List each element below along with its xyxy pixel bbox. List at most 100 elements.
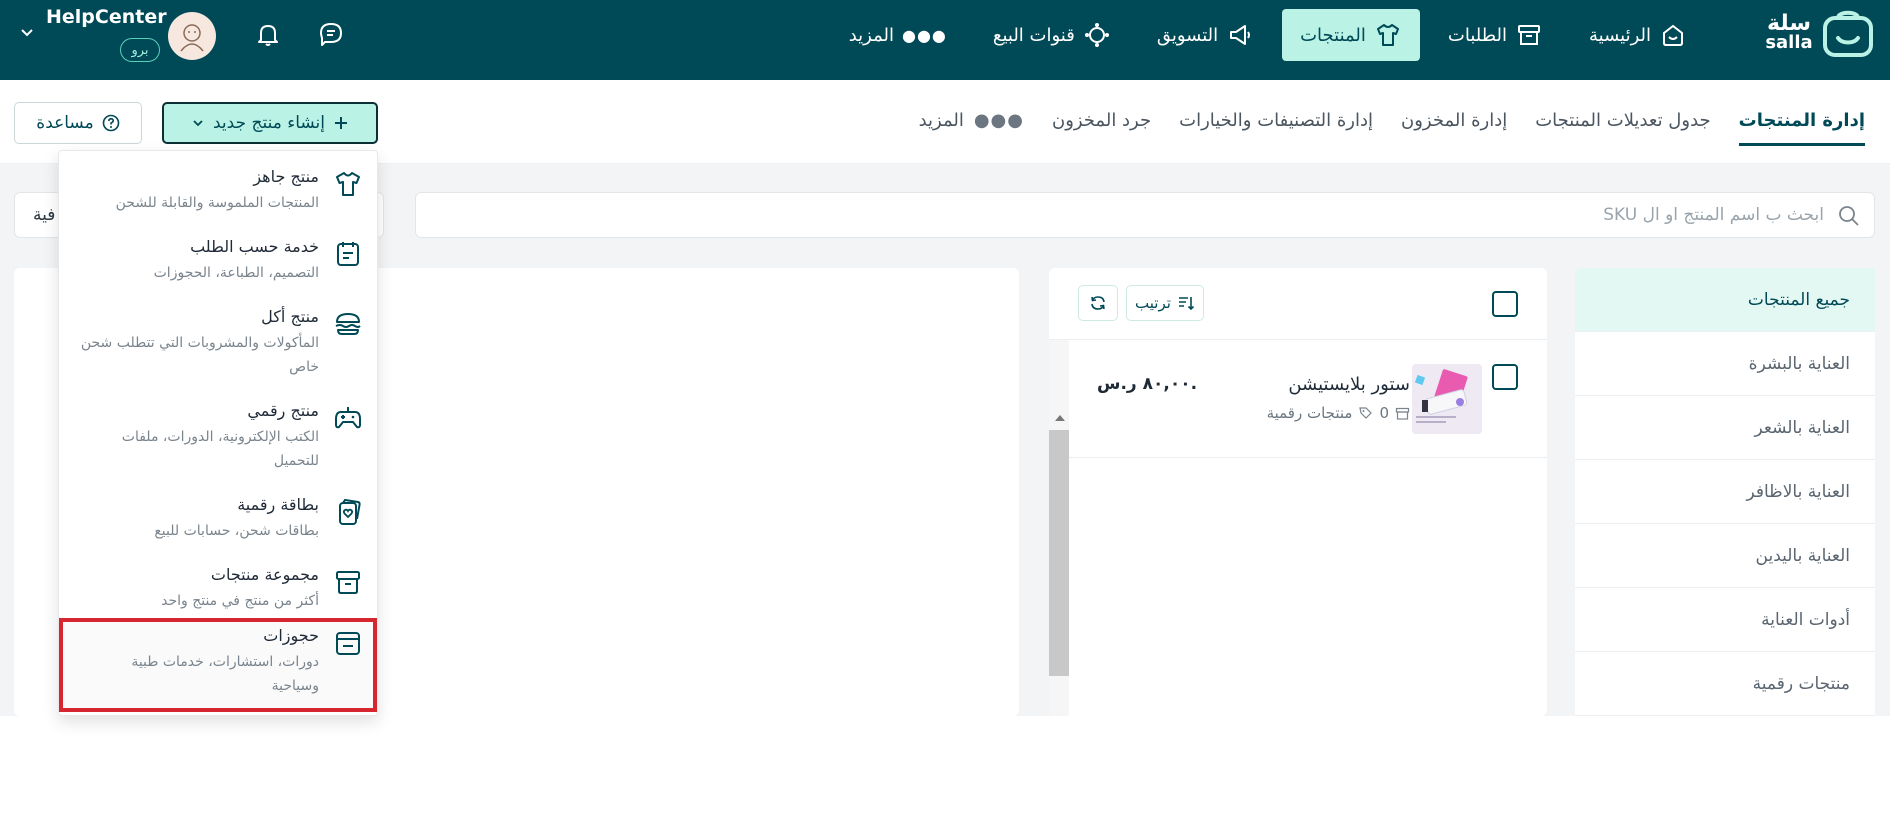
nav-orders-label: الطلبات [1447,24,1507,46]
create-product-button[interactable]: إنشاء منتج جديد [162,102,378,144]
help-button-label: مساعدة [36,113,94,133]
menu-item-product-bundle[interactable]: مجموعة منتجات أكثر من منتج في منتج واحد [59,559,377,623]
nav-orders[interactable]: الطلبات [1430,9,1561,61]
product-meta: 0 منتجات رقمية [1267,404,1410,422]
salla-logo[interactable]: سلة salla [1762,8,1874,58]
calendar-minus-icon [336,632,360,655]
refresh-button[interactable] [1078,285,1118,321]
account-area: HelpCenter برو [0,0,360,70]
chevron-down-icon[interactable] [20,26,34,40]
tab-product-edits-table[interactable]: جدول تعديلات المنتجات [1535,110,1710,146]
nav-more[interactable]: ●●● المزيد [831,9,965,61]
product-category: منتجات رقمية [1266,404,1353,422]
nav-marketing[interactable]: التسويق [1139,9,1272,61]
category-hair-care[interactable]: العناية بالشعر [1575,396,1875,460]
search-input[interactable] [444,193,1824,237]
menu-item-custom-service[interactable]: خدمة حسب الطلب التصميم، الطباعة، الحجوزا… [59,231,377,295]
gamepad-icon [335,407,361,429]
scroll-up-arrow[interactable] [1055,415,1065,421]
category-label: أدوات العناية [1761,609,1850,630]
scrollbar-thumb[interactable] [1049,430,1069,676]
tab-label: جدول تعديلات المنتجات [1535,110,1711,131]
menu-item-title: منتج أكل [261,307,319,326]
category-label: العناية باليدين [1755,545,1850,566]
main-nav: الرئيسية الطلبات المنتجات التسويق قنوات … [831,9,1705,61]
sort-icon [1178,297,1195,311]
product-list-panel: ترتيب ستور بلايستيشن 0 منتجات رقمية ٨٠,٠… [1049,268,1547,716]
calendar-note-icon [337,242,359,266]
nav-more-label: المزيد [848,24,894,46]
nav-sales-channels[interactable]: قنوات البيع [975,9,1129,61]
menu-item-ready-product[interactable]: منتج جاهز المنتجات الملموسة والقابلة للش… [59,161,377,225]
menu-item-desc: المنتجات الملموسة والقابلة للشحن [115,195,319,211]
channels-icon [1084,23,1109,47]
category-label: العناية بالشعر [1754,417,1850,438]
search-icon [1839,206,1859,226]
logo-latin-text: salla [1765,32,1813,53]
nav-home[interactable]: الرئيسية [1571,9,1705,61]
menu-item-food-product[interactable]: منتج أكل المأكولات والمشروبات التي تتطلب… [59,301,377,389]
org-name[interactable]: HelpCenter [46,6,167,28]
menu-item-digital-card[interactable]: بطاقة رقمية بطاقات شحن، حسابات للبيع [59,489,377,553]
product-checkbox[interactable] [1492,364,1518,390]
filter-button-label: فية [33,205,56,225]
chat-icon[interactable] [317,20,345,48]
sort-button[interactable]: ترتيب [1126,285,1204,321]
more-dots-icon: ●●● [901,25,947,45]
create-product-label: إنشاء منتج جديد [212,113,326,133]
category-label: جميع المنتجات [1747,289,1850,310]
help-button[interactable]: مساعدة [14,102,142,144]
nav-marketing-label: التسويق [1156,24,1219,46]
tab-stocktake[interactable]: جرد المخزون [1052,110,1151,146]
avatar-sketch-icon [180,24,204,52]
scrollbar-track[interactable] [1049,340,1069,716]
logo-wordmark: سلة salla [1762,13,1816,53]
category-all-products[interactable]: جميع المنتجات [1575,268,1875,332]
avatar[interactable] [168,12,216,60]
more-dots-icon: ●●● [973,110,1024,131]
menu-item-title: بطاقة رقمية [237,495,319,514]
tab-inventory[interactable]: إدارة المخزون [1401,110,1507,146]
menu-item-desc: التصميم، الطباعة، الحجوزات [153,265,319,281]
select-all-checkbox[interactable] [1492,291,1518,317]
nav-products[interactable]: المنتجات [1282,9,1420,61]
product-name[interactable]: ستور بلايستيشن [1288,374,1410,395]
chevron-down-icon [193,120,203,127]
tab-label: جرد المخزون [1051,110,1152,131]
top-navigation-bar: سلة salla الرئيسية الطلبات المنتجات التس… [0,0,1890,80]
product-image [1412,364,1482,434]
menu-item-title: حجوزات [263,626,319,645]
tag-icon [1359,406,1373,419]
salla-basket-icon [1823,10,1873,57]
menu-item-title: مجموعة منتجات [210,565,319,584]
category-digital-products[interactable]: منتجات رقمية [1575,652,1875,716]
cards-icon [339,498,361,525]
product-list-header: ترتيب [1049,268,1547,340]
archive-box-icon [1518,25,1540,45]
home-icon [1663,24,1683,46]
tab-manage-products[interactable]: إدارة المنتجات [1738,110,1865,146]
menu-item-title: خدمة حسب الطلب [190,237,319,256]
plus-icon [335,117,348,129]
help-circle-icon [102,114,120,132]
tab-more[interactable]: ●●● المزيد [919,110,1024,146]
subnav-tabs: إدارة المنتجات جدول تعديلات المنتجات إدا… [919,110,1865,146]
category-hand-care[interactable]: العناية باليدين [1575,524,1875,588]
bell-icon[interactable] [254,20,282,48]
menu-item-bookings[interactable]: حجوزات دورات، استشارات، خدمات طبية وسياح… [59,618,377,712]
sort-label: ترتيب [1135,294,1171,312]
nav-home-label: الرئيسية [1589,24,1651,46]
category-nail-care[interactable]: العناية بالاظافر [1575,460,1875,524]
plan-badge: برو [120,38,160,62]
tab-categories-options[interactable]: إدارة التصنيفات والخيارات [1179,110,1373,146]
menu-item-title: منتج رقمي [247,401,319,420]
category-skin-care[interactable]: العناية بالبشرة [1575,332,1875,396]
menu-item-digital-product[interactable]: منتج رقمي الكتب الإلكترونية، الدورات، مل… [59,395,377,483]
category-label: منتجات رقمية [1752,673,1850,694]
product-thumbnail[interactable] [1412,364,1482,434]
category-care-tools[interactable]: أدوات العناية [1575,588,1875,652]
product-quantity: 0 [1379,404,1389,422]
category-label: العناية بالاظافر [1746,481,1851,502]
product-row[interactable]: ستور بلايستيشن 0 منتجات رقمية ٨٠,٠٠ ر.س. [1069,340,1547,458]
menu-item-desc: أكثر من منتج في منتج واحد [161,593,319,609]
